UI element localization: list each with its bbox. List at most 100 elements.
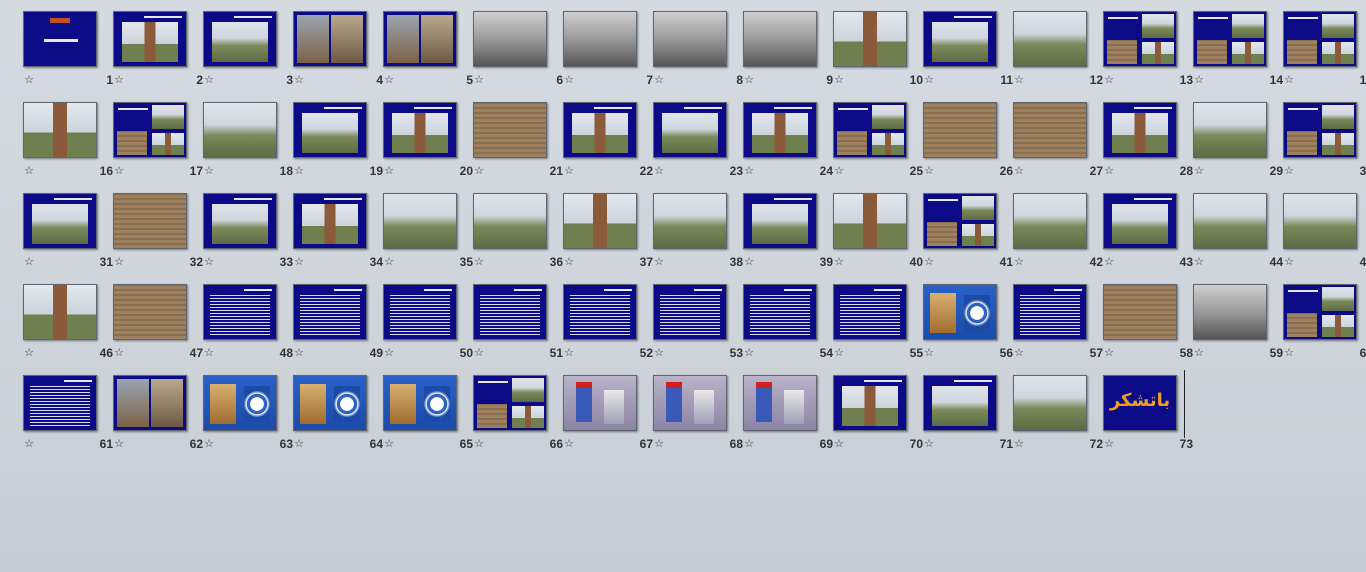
slide-thumbnail[interactable] xyxy=(1193,102,1267,158)
slide-69[interactable]: ☆ 69 xyxy=(743,375,833,462)
slide-17[interactable]: ☆ 17 xyxy=(113,102,203,189)
slide-transition-star-icon[interactable]: ☆ xyxy=(743,347,755,359)
slide-thumbnail[interactable] xyxy=(743,102,817,158)
slide-44[interactable]: ☆ 44 xyxy=(1193,193,1283,280)
slide-thumbnail[interactable] xyxy=(113,284,187,340)
slide-thumbnail[interactable] xyxy=(1013,193,1087,249)
slide-transition-star-icon[interactable]: ☆ xyxy=(743,165,755,177)
slide-thumbnail[interactable] xyxy=(563,102,637,158)
slide-thumbnail[interactable] xyxy=(1193,284,1267,340)
slide-thumbnail[interactable] xyxy=(1283,102,1357,158)
slide-thumbnail[interactable] xyxy=(113,11,187,67)
slide-transition-star-icon[interactable]: ☆ xyxy=(743,438,755,450)
slide-thumbnail[interactable] xyxy=(563,375,637,431)
slide-transition-star-icon[interactable]: ☆ xyxy=(1013,347,1025,359)
slide-transition-star-icon[interactable]: ☆ xyxy=(113,438,125,450)
slide-transition-star-icon[interactable]: ☆ xyxy=(293,74,305,86)
slide-transition-star-icon[interactable]: ☆ xyxy=(653,438,665,450)
slide-thumbnail[interactable] xyxy=(743,375,817,431)
slide-thumbnail[interactable] xyxy=(473,375,547,431)
slide-sorter-pane[interactable]: ☆1☆2☆3☆4☆5☆6☆7☆8☆9☆10☆11☆12☆13☆14☆15☆16☆… xyxy=(0,0,1366,572)
slide-8[interactable]: ☆ 8 xyxy=(653,11,743,98)
slide-transition-star-icon[interactable]: ☆ xyxy=(23,347,35,359)
slide-13[interactable]: ☆ 13 xyxy=(1103,11,1193,98)
slide-12[interactable]: ☆ 12 xyxy=(1013,11,1103,98)
slide-33[interactable]: ☆ 33 xyxy=(203,193,293,280)
slide-31[interactable]: ☆ 31 xyxy=(23,193,113,280)
slide-65[interactable]: ☆ 65 xyxy=(383,375,473,462)
slide-transition-star-icon[interactable]: ☆ xyxy=(563,165,575,177)
slide-thumbnail[interactable] xyxy=(1193,11,1267,67)
slide-thumbnail[interactable] xyxy=(833,193,907,249)
slide-56[interactable]: ☆ 56 xyxy=(923,284,1013,371)
slide-transition-star-icon[interactable]: ☆ xyxy=(203,165,215,177)
slide-45[interactable]: ☆ 45 xyxy=(1283,193,1366,280)
slide-29[interactable]: ☆ 29 xyxy=(1193,102,1283,189)
slide-34[interactable]: ☆ 34 xyxy=(293,193,383,280)
slide-thumbnail[interactable] xyxy=(743,284,817,340)
slide-thumbnail[interactable] xyxy=(23,375,97,431)
slide-transition-star-icon[interactable]: ☆ xyxy=(1013,165,1025,177)
slide-48[interactable]: ☆ 48 xyxy=(203,284,293,371)
slide-transition-star-icon[interactable]: ☆ xyxy=(923,438,935,450)
slide-51[interactable]: ☆ 51 xyxy=(473,284,563,371)
slide-transition-star-icon[interactable]: ☆ xyxy=(113,74,125,86)
slide-transition-star-icon[interactable]: ☆ xyxy=(1283,256,1295,268)
slide-6[interactable]: ☆ 6 xyxy=(473,11,563,98)
slide-transition-star-icon[interactable]: ☆ xyxy=(473,347,485,359)
slide-transition-star-icon[interactable]: ☆ xyxy=(563,256,575,268)
slide-thumbnail[interactable] xyxy=(473,193,547,249)
slide-72[interactable]: ☆ 72 xyxy=(1013,375,1103,462)
slide-transition-star-icon[interactable]: ☆ xyxy=(113,256,125,268)
slide-thumbnail[interactable] xyxy=(473,11,547,67)
slide-64[interactable]: ☆ 64 xyxy=(293,375,383,462)
slide-transition-star-icon[interactable]: ☆ xyxy=(1103,438,1115,450)
slide-thumbnail[interactable] xyxy=(113,375,187,431)
slide-thumbnail[interactable] xyxy=(293,102,367,158)
slide-15[interactable]: ☆ 15 xyxy=(1283,11,1366,98)
slide-transition-star-icon[interactable]: ☆ xyxy=(203,347,215,359)
slide-thumbnail[interactable] xyxy=(743,193,817,249)
slide-thumbnail[interactable] xyxy=(833,375,907,431)
slide-thumbnail[interactable] xyxy=(1283,11,1357,67)
slide-55[interactable]: ☆ 55 xyxy=(833,284,923,371)
slide-thumbnail[interactable] xyxy=(923,11,997,67)
slide-thumbnail[interactable] xyxy=(1103,284,1177,340)
slide-32[interactable]: ☆ 32 xyxy=(113,193,203,280)
slide-transition-star-icon[interactable]: ☆ xyxy=(743,74,755,86)
slide-transition-star-icon[interactable]: ☆ xyxy=(23,438,35,450)
slide-transition-star-icon[interactable]: ☆ xyxy=(1013,74,1025,86)
slide-thumbnail[interactable]: باتشکر xyxy=(1103,375,1177,431)
slide-70[interactable]: ☆ 70 xyxy=(833,375,923,462)
slide-thumbnail[interactable] xyxy=(113,102,187,158)
slide-36[interactable]: ☆ 36 xyxy=(473,193,563,280)
slide-thumbnail[interactable] xyxy=(923,284,997,340)
slide-thumbnail[interactable] xyxy=(1283,284,1357,340)
slide-thumbnail[interactable] xyxy=(23,102,97,158)
slide-transition-star-icon[interactable]: ☆ xyxy=(833,256,845,268)
slide-transition-star-icon[interactable]: ☆ xyxy=(383,165,395,177)
slide-thumbnail[interactable] xyxy=(1013,375,1087,431)
slide-42[interactable]: ☆ 42 xyxy=(1013,193,1103,280)
slide-thumbnail[interactable] xyxy=(383,11,457,67)
slide-transition-star-icon[interactable]: ☆ xyxy=(473,74,485,86)
slide-63[interactable]: ☆ 63 xyxy=(203,375,293,462)
slide-thumbnail[interactable] xyxy=(653,375,727,431)
slide-transition-star-icon[interactable]: ☆ xyxy=(1283,347,1295,359)
slide-transition-star-icon[interactable]: ☆ xyxy=(833,438,845,450)
slide-thumbnail[interactable] xyxy=(653,193,727,249)
slide-thumbnail[interactable] xyxy=(653,102,727,158)
slide-27[interactable]: ☆ 27 xyxy=(1013,102,1103,189)
slide-11[interactable]: ☆ 11 xyxy=(923,11,1013,98)
slide-transition-star-icon[interactable]: ☆ xyxy=(203,438,215,450)
slide-46[interactable]: ☆ 46 xyxy=(23,284,113,371)
slide-thumbnail[interactable] xyxy=(473,284,547,340)
slide-transition-star-icon[interactable]: ☆ xyxy=(1103,74,1115,86)
slide-thumbnail[interactable] xyxy=(833,284,907,340)
slide-transition-star-icon[interactable]: ☆ xyxy=(1013,438,1025,450)
slide-thumbnail[interactable] xyxy=(383,102,457,158)
slide-transition-star-icon[interactable]: ☆ xyxy=(923,165,935,177)
slide-transition-star-icon[interactable]: ☆ xyxy=(1103,347,1115,359)
slide-thumbnail[interactable] xyxy=(203,11,277,67)
slide-transition-star-icon[interactable]: ☆ xyxy=(473,165,485,177)
